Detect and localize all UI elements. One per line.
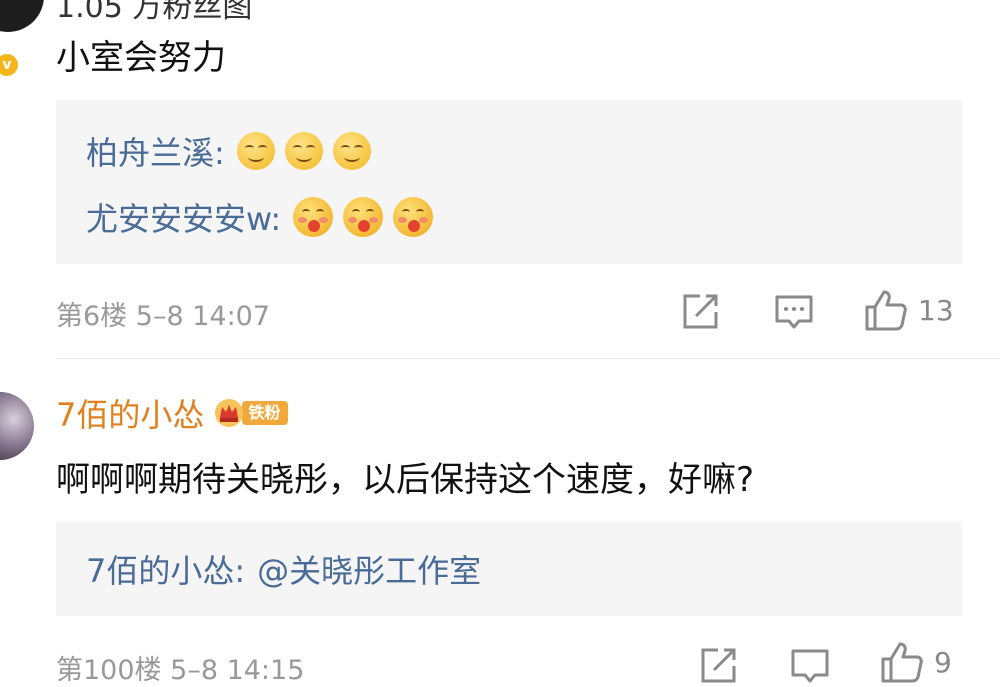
share-icon <box>701 648 736 683</box>
reply-box[interactable]: 7佰的小怂: @关晓彤工作室 <box>56 522 962 616</box>
timestamp: 5–8 14:07 <box>135 301 271 332</box>
emoji-group <box>293 197 434 237</box>
avatar[interactable] <box>0 0 44 32</box>
divider <box>56 358 1000 359</box>
comment-header: 7佰的小怂 铁粉 <box>56 390 289 436</box>
yum-emoji-icon <box>343 197 384 237</box>
yum-emoji-icon <box>293 197 334 237</box>
reply-user[interactable]: 尤安安安安w: <box>86 194 281 240</box>
comment-meta: 第100楼 5–8 14:15 <box>56 648 304 687</box>
reply-user[interactable]: 7佰的小怂: <box>86 546 245 592</box>
yum-emoji-icon <box>393 197 434 237</box>
comment-button[interactable] <box>790 646 830 686</box>
like-count: 13 <box>918 293 954 327</box>
comment-icon <box>791 649 829 683</box>
comment-text: 啊啊啊期待关晓彤，以后保持这个速度，好嘛? <box>56 460 755 500</box>
reply-box[interactable]: 柏舟兰溪: 尤安安安安w: <box>56 100 962 264</box>
fan-badge[interactable]: 铁粉 <box>214 398 289 428</box>
smile-emoji-icon <box>332 132 371 170</box>
like-count: 9 <box>934 645 952 679</box>
comment-text: 小室会努力 <box>56 38 226 78</box>
reply-item: 7佰的小怂: @关晓彤工作室 <box>86 546 481 592</box>
floor-label: 第100楼 <box>56 655 162 686</box>
floor-label: 第6楼 <box>56 301 128 332</box>
like-button[interactable]: 9 <box>880 640 952 684</box>
comment-meta: 第6楼 5–8 14:07 <box>56 294 270 333</box>
thumbs-up-icon <box>865 290 907 331</box>
mention-link[interactable]: @关晓彤工作室 <box>257 546 481 592</box>
emoji-group <box>236 132 371 170</box>
comment-author[interactable]: 7佰的小怂 <box>56 390 204 436</box>
share-button[interactable] <box>698 646 738 686</box>
smile-emoji-icon <box>236 132 275 170</box>
share-button[interactable] <box>680 292 720 332</box>
comment-icon <box>775 295 813 329</box>
timestamp: 5–8 14:15 <box>170 655 305 686</box>
avatar[interactable] <box>0 392 34 460</box>
comment-author[interactable]: 1.05 万粉丝图 <box>56 0 252 26</box>
crown-icon <box>215 399 244 427</box>
thumbs-up-icon <box>881 642 923 683</box>
fan-badge-label: 铁粉 <box>242 401 289 425</box>
reply-item: 柏舟兰溪: <box>86 128 371 174</box>
reply-item: 尤安安安安w: <box>86 194 434 240</box>
like-button[interactable]: 13 <box>864 288 954 332</box>
reply-user[interactable]: 柏舟兰溪: <box>86 128 225 174</box>
smile-emoji-icon <box>284 132 323 170</box>
verified-badge-icon: v <box>0 52 20 78</box>
share-icon <box>683 294 718 329</box>
comment-button[interactable] <box>774 292 814 332</box>
